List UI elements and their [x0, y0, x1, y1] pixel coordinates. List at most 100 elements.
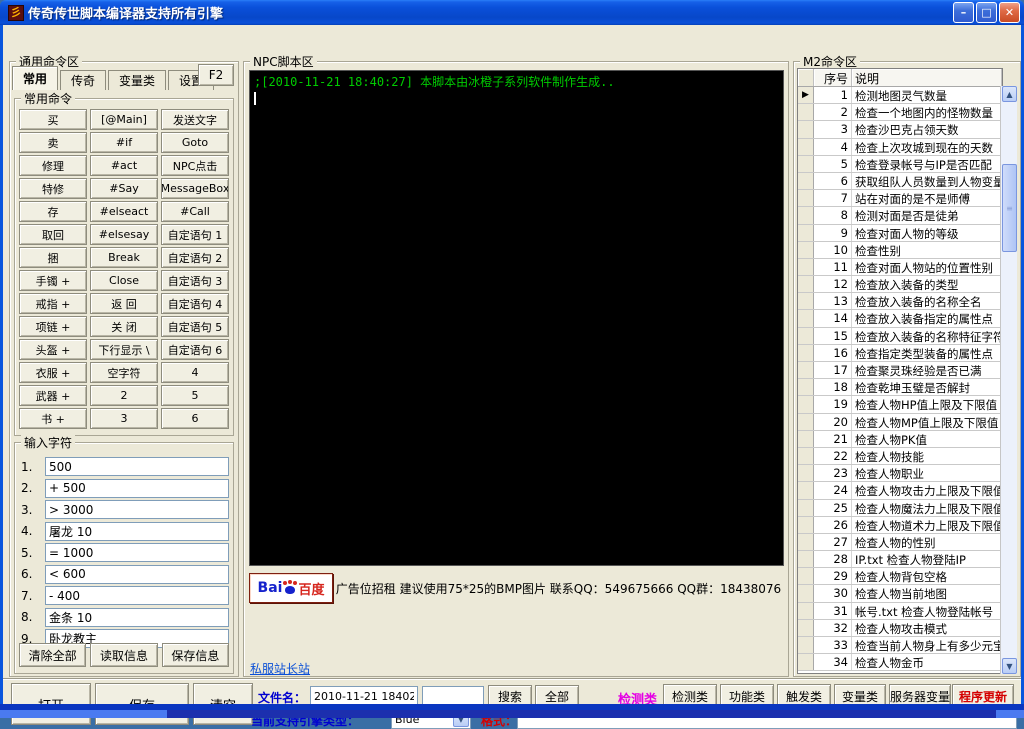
command-button[interactable]: 衣服 + — [19, 362, 87, 383]
m2-row[interactable]: 18 检查乾坤玉璧是否解封 — [798, 379, 1002, 396]
command-button[interactable]: 下行显示 \ — [90, 339, 158, 360]
command-button[interactable]: 书 + — [19, 408, 87, 429]
close-button[interactable]: ✕ — [999, 2, 1020, 23]
command-button[interactable]: 关 闭 — [90, 316, 158, 337]
m2-row[interactable]: 12 检查放入装备的类型 — [798, 276, 1002, 293]
command-button[interactable]: 3 — [90, 408, 158, 429]
m2-row[interactable]: ▶ 1 检测地图灵气数量 — [798, 87, 1002, 104]
command-tab[interactable]: 传奇 — [60, 70, 106, 90]
m2-row[interactable]: 28 IP.txt 检查人物登陆IP — [798, 551, 1002, 568]
m2-scrollbar[interactable]: ▲ ≡ ▼ — [1000, 86, 1017, 674]
char-input[interactable] — [45, 479, 229, 498]
command-button[interactable]: #if — [90, 132, 158, 153]
command-button[interactable]: 4 — [161, 362, 229, 383]
m2-row[interactable]: 16 检查指定类型装备的属性点 — [798, 345, 1002, 362]
command-tab[interactable]: 常用 — [12, 66, 58, 90]
char-input[interactable] — [45, 522, 229, 541]
command-button[interactable]: 空字符 — [90, 362, 158, 383]
m2-row[interactable]: 22 检查人物技能 — [798, 448, 1002, 465]
command-button[interactable]: Close — [90, 270, 158, 291]
command-button[interactable]: 手镯 + — [19, 270, 87, 291]
m2-row[interactable]: 31 帐号.txt 检查人物登陆帐号 — [798, 603, 1002, 620]
site-link[interactable]: 私服站长站 — [250, 660, 310, 677]
scroll-down-icon[interactable]: ▼ — [1002, 658, 1017, 674]
m2-row[interactable]: 24 检查人物攻击力上限及下限值 — [798, 482, 1002, 499]
command-button[interactable]: 6 — [161, 408, 229, 429]
extra-input[interactable] — [422, 686, 484, 706]
m2-row[interactable]: 4 检查上次攻城到现在的天数 — [798, 139, 1002, 156]
command-button[interactable]: #Call — [161, 201, 229, 222]
char-input[interactable] — [45, 457, 229, 476]
m2-row[interactable]: 32 检查人物攻击模式 — [798, 620, 1002, 637]
command-button[interactable]: 自定语句 4 — [161, 293, 229, 314]
command-button[interactable]: 自定语句 1 — [161, 224, 229, 245]
m2-row[interactable]: 9 检查对面人物的等级 — [798, 225, 1002, 242]
command-button[interactable]: 特修 — [19, 178, 87, 199]
command-tab[interactable]: 变量类 — [108, 70, 166, 90]
m2-row[interactable]: 8 检测对面是否是徒弟 — [798, 207, 1002, 224]
command-button[interactable]: 武器 + — [19, 385, 87, 406]
command-button[interactable]: 买 — [19, 109, 87, 130]
char-input[interactable] — [45, 543, 229, 562]
m2-row[interactable]: 6 获取组队人员数量到人物变量M — [798, 173, 1002, 190]
m2-row[interactable]: 25 检查人物魔法力上限及下限值 — [798, 500, 1002, 517]
command-button[interactable]: #elseact — [90, 201, 158, 222]
char-input[interactable] — [45, 565, 229, 584]
baidu-logo-button[interactable]: Bai 百度 — [249, 573, 333, 603]
m2-row[interactable]: 26 检查人物道术力上限及下限值 — [798, 517, 1002, 534]
command-button[interactable]: 取回 — [19, 224, 87, 245]
m2-row[interactable]: 15 检查放入装备的名称特征字符 — [798, 328, 1002, 345]
command-button[interactable]: 返 回 — [90, 293, 158, 314]
command-button[interactable]: 自定语句 6 — [161, 339, 229, 360]
command-button[interactable]: 自定语句 3 — [161, 270, 229, 291]
char-input[interactable] — [45, 500, 229, 519]
m2-row[interactable]: 20 检查人物MP值上限及下限值 — [798, 414, 1002, 431]
m2-row[interactable]: 33 检查当前人物身上有多少元宝 — [798, 637, 1002, 654]
io-button[interactable]: 清除全部 — [19, 643, 86, 667]
filename-input[interactable] — [310, 686, 418, 706]
command-button[interactable]: 自定语句 2 — [161, 247, 229, 268]
char-input[interactable] — [45, 608, 229, 627]
command-button[interactable]: [@Main] — [90, 109, 158, 130]
script-editor[interactable]: ;[2010-11-21 18:40:27] 本脚本由冰橙子系列软件制作生成.. — [249, 70, 784, 566]
m2-row[interactable]: 34 检查人物金币 — [798, 654, 1002, 671]
m2-row[interactable]: 13 检查放入装备的名称全名 — [798, 293, 1002, 310]
m2-row[interactable]: 10 检查性别 — [798, 242, 1002, 259]
m2-row[interactable]: 30 检查人物当前地图 — [798, 585, 1002, 602]
m2-row[interactable]: 5 检查登录帐号与IP是否匹配 — [798, 156, 1002, 173]
m2-row[interactable]: 27 检查人物的性别 — [798, 534, 1002, 551]
m2-row[interactable]: 7 站在对面的是不是师傅 — [798, 190, 1002, 207]
command-button[interactable]: MessageBox — [161, 178, 229, 199]
command-button[interactable]: #act — [90, 155, 158, 176]
command-button[interactable]: Goto — [161, 132, 229, 153]
command-button[interactable]: 卖 — [19, 132, 87, 153]
m2-row[interactable]: 21 检查人物PK值 — [798, 431, 1002, 448]
command-button[interactable]: 2 — [90, 385, 158, 406]
command-button[interactable]: 修理 — [19, 155, 87, 176]
command-button[interactable]: 存 — [19, 201, 87, 222]
command-button[interactable]: 自定语句 5 — [161, 316, 229, 337]
m2-row[interactable]: 17 检查聚灵珠经验是否已满 — [798, 362, 1002, 379]
command-button[interactable]: 项链 + — [19, 316, 87, 337]
m2-row[interactable]: 23 检查人物职业 — [798, 465, 1002, 482]
scroll-up-icon[interactable]: ▲ — [1002, 86, 1017, 102]
minimize-button[interactable]: – — [953, 2, 974, 23]
m2-row[interactable]: 2 检查一个地图内的怪物数量 — [798, 104, 1002, 121]
command-button[interactable]: #Say — [90, 178, 158, 199]
m2-row[interactable]: 11 检查对面人物站的位置性别 — [798, 259, 1002, 276]
command-button[interactable]: 捆 — [19, 247, 87, 268]
io-button[interactable]: 读取信息 — [90, 643, 157, 667]
command-button[interactable]: 头盔 + — [19, 339, 87, 360]
m2-row[interactable]: 29 检查人物背包空格 — [798, 568, 1002, 585]
char-input[interactable] — [45, 586, 229, 605]
command-button[interactable]: 发送文字 — [161, 109, 229, 130]
maximize-button[interactable]: □ — [976, 2, 997, 23]
command-button[interactable]: NPC点击 — [161, 155, 229, 176]
m2-row[interactable]: 3 检查沙巴克占领天数 — [798, 121, 1002, 138]
command-button[interactable]: 戒指 + — [19, 293, 87, 314]
f2-button[interactable]: F2 — [198, 64, 234, 86]
command-button[interactable]: #elsesay — [90, 224, 158, 245]
command-button[interactable]: Break — [90, 247, 158, 268]
m2-row[interactable]: 19 检查人物HP值上限及下限值 — [798, 396, 1002, 413]
scroll-thumb[interactable]: ≡ — [1002, 164, 1017, 252]
